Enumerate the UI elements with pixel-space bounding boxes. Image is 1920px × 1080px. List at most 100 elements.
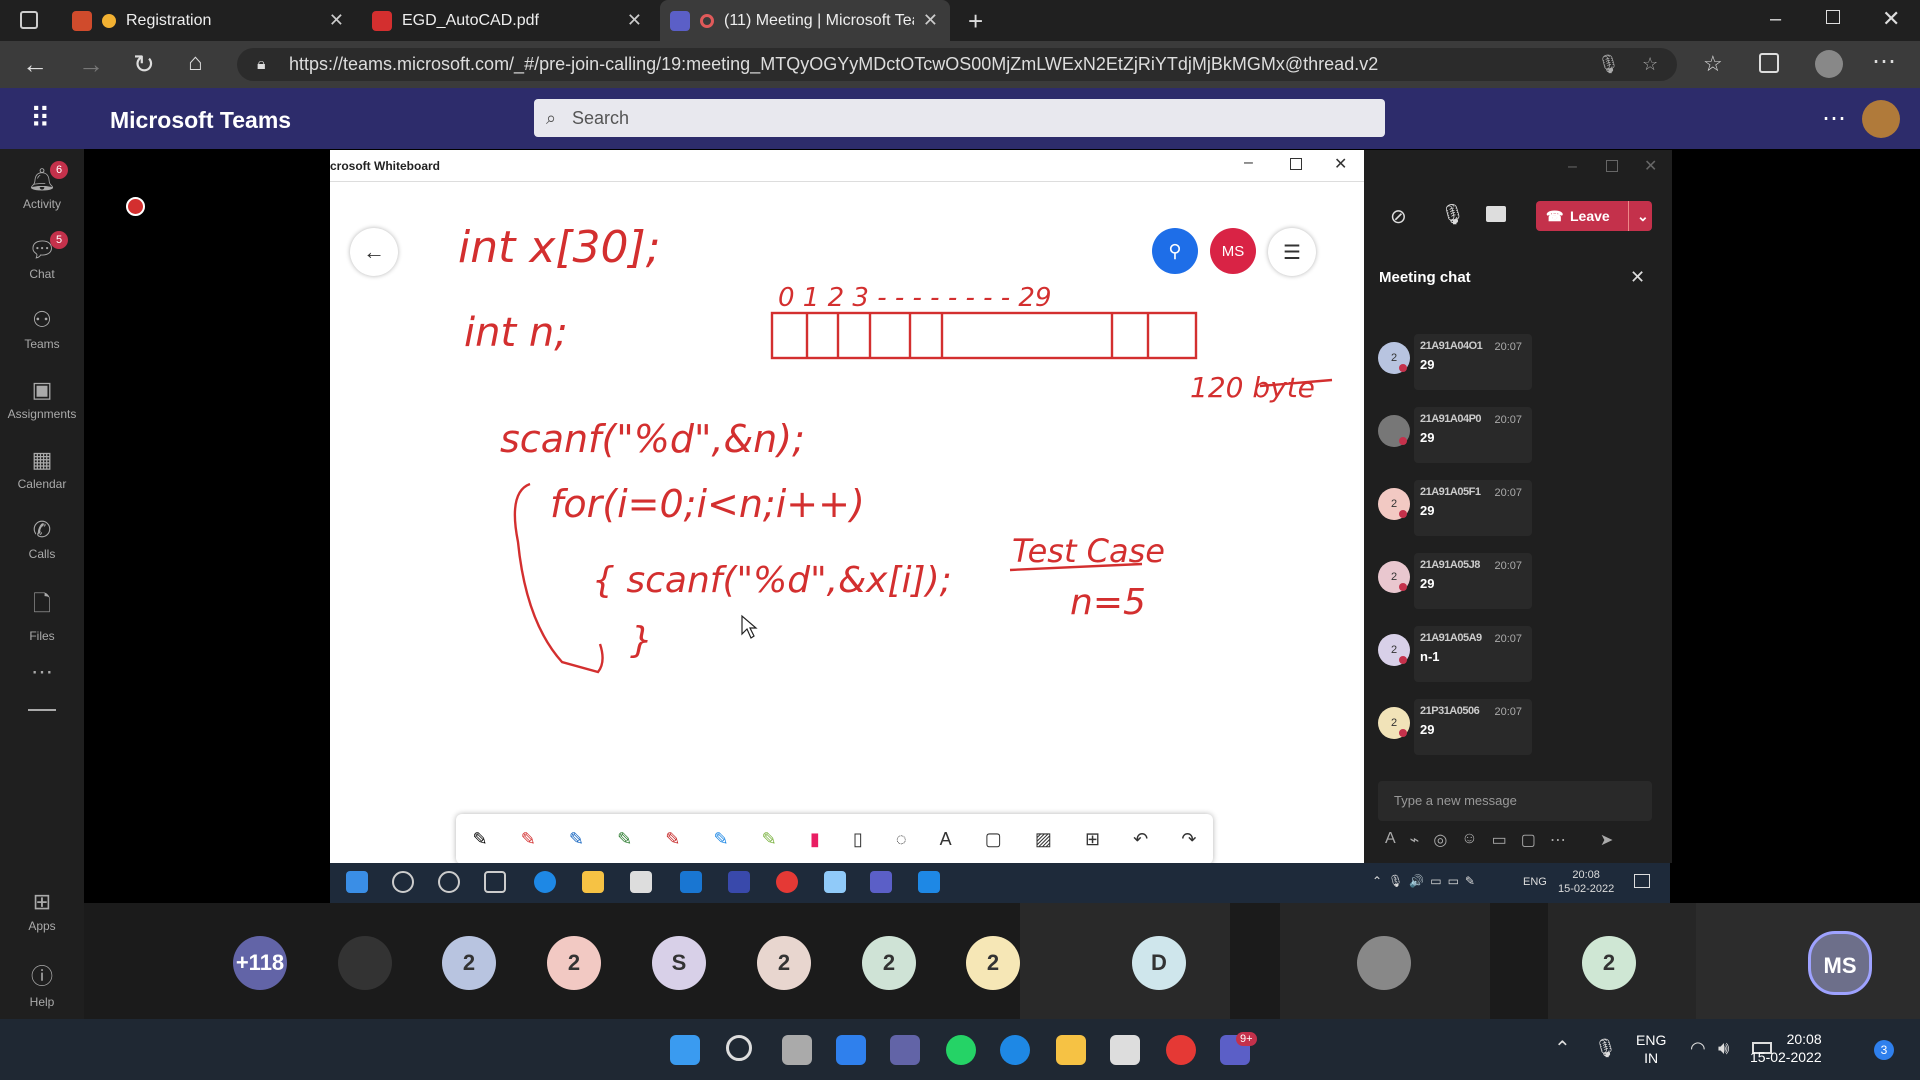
participant-avatar[interactable]: 2 [862, 936, 916, 990]
chrome-icon[interactable] [776, 871, 798, 893]
rail-item-chat[interactable]: 💬︎ Chat 5 [0, 231, 84, 281]
blue-pen2-icon[interactable]: ✎ [713, 829, 728, 850]
store-icon[interactable] [630, 871, 652, 893]
lasso-icon[interactable]: ◌ [896, 829, 907, 850]
microphone-icon[interactable]: 🎙︎ [1597, 48, 1620, 81]
participant-avatar[interactable]: 2 [757, 936, 811, 990]
explorer-icon[interactable] [1056, 1035, 1086, 1065]
close-window-icon[interactable]: ✕ [1882, 6, 1900, 32]
send-icon[interactable]: ➤ [1600, 830, 1613, 850]
participant-avatar[interactable]: MS [1808, 931, 1872, 995]
camera-off-icon[interactable]: ⊘ [1390, 204, 1407, 229]
participant-avatar[interactable]: 2 [1582, 936, 1636, 990]
chat-message[interactable]: 2 21P31A0506 20:07 29 [1378, 699, 1536, 759]
task-view-icon[interactable] [484, 871, 506, 893]
explorer-icon[interactable] [582, 871, 604, 893]
insert-icon[interactable]: ⊞ [1085, 829, 1100, 850]
blue-pen-icon[interactable]: ✎ [569, 829, 584, 850]
chrome-icon[interactable] [1166, 1035, 1196, 1065]
participant-avatar[interactable] [1357, 936, 1411, 990]
close-tab-icon[interactable]: ✕ [627, 10, 642, 31]
participant-avatar[interactable]: 2 [966, 936, 1020, 990]
undo-icon[interactable]: ↶ [1133, 829, 1148, 850]
windows-start-icon[interactable] [670, 1035, 700, 1065]
show-hidden-icons[interactable]: ⌃ [1554, 1036, 1571, 1061]
calendar-app-icon[interactable] [728, 871, 750, 893]
home-icon[interactable]: ⌂ [188, 49, 203, 77]
teams-app-icon[interactable] [870, 871, 892, 893]
red-pen2-icon[interactable]: ✎ [665, 829, 680, 850]
microphone-icon[interactable]: 🎙︎ [1594, 1038, 1617, 1059]
ruler-icon[interactable]: ▯ [853, 829, 863, 850]
close-tab-icon[interactable]: ✕ [923, 10, 938, 31]
close-chat-icon[interactable]: ✕ [1630, 267, 1645, 288]
wifi-icon[interactable]: ◠ [1690, 1038, 1706, 1059]
chat-message[interactable]: 2 21A91A05A9 20:07 n-1 [1378, 626, 1536, 686]
note-icon[interactable]: ▢ [985, 829, 1002, 850]
minimize-window-icon[interactable]: – [1770, 8, 1781, 31]
leave-dropdown-icon[interactable]: ⌄ [1628, 201, 1649, 231]
search-icon[interactable] [392, 871, 414, 893]
app-icon[interactable] [824, 871, 846, 893]
attach-icon[interactable]: ⌁ [1410, 830, 1420, 850]
language-indicator[interactable]: ENG IN [1636, 1031, 1666, 1067]
new-tab-icon[interactable]: + [968, 6, 983, 37]
more-options-icon[interactable]: ⋯ [1550, 830, 1566, 850]
tab-pdf[interactable]: EGD_AutoCAD.pdf ✕ [362, 0, 654, 41]
share-screen-stop-icon[interactable] [1486, 206, 1506, 222]
rail-item-files[interactable]: 🗋 Files [0, 587, 84, 643]
sticker-icon[interactable]: ▢ [1521, 830, 1536, 850]
rail-item-apps[interactable]: ⊞ Apps [0, 889, 84, 933]
notification-badge[interactable]: 3 [1874, 1040, 1894, 1060]
search-input[interactable]: ⌕ Search [534, 99, 1385, 137]
participant-avatar[interactable]: 2 [442, 936, 496, 990]
rail-item-help[interactable]: ⓘ Help [0, 959, 84, 1009]
format-icon[interactable]: A [1385, 830, 1396, 850]
favorites-icon[interactable]: ☆ [1703, 51, 1723, 77]
inner-notification-icon[interactable] [1634, 874, 1650, 888]
panel-minimize-icon[interactable]: – [1568, 158, 1577, 176]
panel-restore-icon[interactable] [1606, 160, 1618, 172]
participant-avatar[interactable]: +118 [233, 936, 287, 990]
wb-maximize-icon[interactable] [1290, 158, 1302, 170]
emoji-icon[interactable]: ☺ [1461, 830, 1477, 850]
redo-icon[interactable]: ↷ [1181, 829, 1196, 850]
app-launcher-icon[interactable]: ⠿ [30, 102, 50, 135]
green-pen-icon[interactable]: ✎ [617, 829, 632, 850]
whiteboard-canvas[interactable]: int x[30]; int n; 0 1 2 3 - - - - - - - … [330, 182, 1364, 812]
store-icon[interactable] [1110, 1035, 1140, 1065]
more-options-icon[interactable]: ⋯ [1822, 104, 1846, 133]
whiteboard-app-icon[interactable] [918, 871, 940, 893]
chat-message[interactable]: 2 21A91A05F1 20:07 29 [1378, 480, 1536, 540]
leave-button[interactable]: ☎︎ Leave ⌄ [1536, 201, 1652, 231]
task-view-icon[interactable] [782, 1035, 812, 1065]
highlighter-icon[interactable]: ✎ [762, 829, 777, 850]
panel-close-icon[interactable]: ✕ [1644, 156, 1657, 176]
mail-icon[interactable] [680, 871, 702, 893]
chat-message[interactable]: 2 21A91A04O1 20:07 29 [1378, 334, 1536, 394]
restore-window-icon[interactable] [1826, 10, 1840, 24]
microphone-icon[interactable]: 🎙︎ [1440, 202, 1465, 227]
tab-actions-icon[interactable] [20, 11, 38, 29]
tab-teams-meeting[interactable]: (11) Meeting | Microsoft Teams ✕ [660, 0, 950, 41]
volume-icon[interactable]: 🔊︎ [1718, 1038, 1729, 1059]
more-options-icon[interactable]: ⋯ [1872, 47, 1896, 76]
windows-search-icon[interactable] [726, 1035, 752, 1061]
url-field[interactable]: 🔒︎ https://teams.microsoft.com/_#/pre-jo… [237, 48, 1677, 81]
reload-icon[interactable]: ↻ [133, 49, 155, 80]
back-icon[interactable]: ← [22, 49, 48, 80]
start-icon[interactable] [346, 871, 368, 893]
widgets-icon[interactable] [836, 1035, 866, 1065]
image-icon[interactable]: ▨ [1035, 829, 1052, 850]
profile-icon[interactable] [1815, 50, 1843, 78]
close-tab-icon[interactable]: ✕ [329, 10, 344, 31]
wb-minimize-icon[interactable]: – [1244, 154, 1253, 172]
eraser-icon[interactable]: ▮ [810, 829, 820, 850]
participant-avatar[interactable]: 2 [547, 936, 601, 990]
text-icon[interactable]: A [940, 829, 952, 850]
edge-icon[interactable] [534, 871, 556, 893]
gif-icon[interactable]: ▭ [1492, 830, 1507, 850]
black-pen-icon[interactable]: ✎ [473, 829, 488, 850]
rail-item-teams[interactable]: ⚇ Teams [0, 307, 84, 351]
red-pen-icon[interactable]: ✎ [521, 829, 536, 850]
